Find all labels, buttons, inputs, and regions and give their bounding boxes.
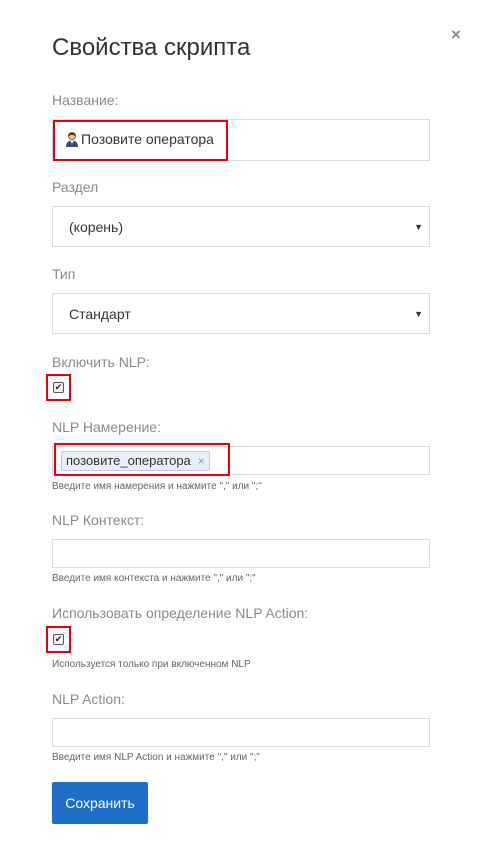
nlp-action-label: NLP Action: bbox=[52, 691, 125, 707]
use-nlp-action-checkbox[interactable]: ✔ bbox=[53, 634, 64, 645]
use-nlp-action-label: Использовать определение NLP Action: bbox=[52, 605, 309, 621]
chevron-down-icon: ▼ bbox=[414, 309, 423, 319]
person-icon bbox=[65, 131, 79, 147]
intent-tag-label: позовите_оператора bbox=[66, 453, 191, 468]
type-select[interactable]: Стандарт ▼ bbox=[52, 293, 430, 334]
save-button[interactable]: Сохранить bbox=[52, 782, 148, 824]
enable-nlp-checkbox[interactable]: ✔ bbox=[53, 382, 64, 393]
nlp-context-label: NLP Контекст: bbox=[52, 512, 145, 528]
use-nlp-action-hint: Используется только при включенном NLP bbox=[52, 659, 251, 670]
name-label: Название: bbox=[52, 92, 119, 108]
chevron-down-icon: ▼ bbox=[414, 222, 423, 232]
close-icon[interactable]: × bbox=[448, 26, 464, 44]
nlp-action-hint: Введите имя NLP Action и нажмите "," или… bbox=[52, 752, 260, 763]
intent-tag: позовите_оператора × bbox=[61, 451, 210, 471]
nlp-context-hint: Введите имя контекста и нажмите "," или … bbox=[52, 573, 256, 584]
section-value: (корень) bbox=[69, 219, 123, 235]
section-select[interactable]: (корень) ▼ bbox=[52, 206, 430, 247]
enable-nlp-label: Включить NLP: bbox=[52, 354, 150, 370]
nlp-action-input[interactable] bbox=[52, 718, 430, 747]
type-value: Стандарт bbox=[69, 306, 131, 322]
name-text: Позовите оператора bbox=[81, 131, 214, 147]
nlp-intent-label: NLP Намерение: bbox=[52, 419, 161, 435]
tag-remove-icon[interactable]: × bbox=[198, 452, 205, 470]
name-value: Позовите оператора bbox=[65, 131, 214, 147]
dialog-title: Свойства скрипта bbox=[52, 34, 251, 61]
type-label: Тип bbox=[52, 266, 76, 282]
nlp-intent-hint: Введите имя намерения и нажмите "," или … bbox=[52, 481, 262, 492]
section-label: Раздел bbox=[52, 179, 99, 195]
nlp-context-input[interactable] bbox=[52, 539, 430, 568]
